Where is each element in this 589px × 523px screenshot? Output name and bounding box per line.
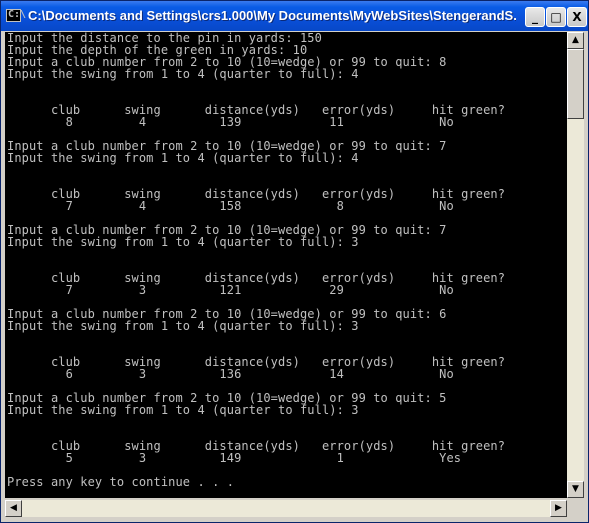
scroll-up-arrow-icon[interactable]: ▲ bbox=[567, 32, 584, 49]
console-line: 5 3 149 1 Yes bbox=[7, 451, 462, 465]
console-line: 7 4 158 8 No bbox=[7, 199, 454, 213]
maximize-button[interactable]: □ bbox=[546, 7, 566, 27]
minimize-button[interactable]: _ bbox=[525, 7, 545, 27]
console-icon-glyph: C:\ bbox=[8, 9, 27, 20]
console-app-icon[interactable]: C:\ bbox=[6, 9, 26, 22]
console-line: Press any key to continue . . . bbox=[7, 475, 235, 489]
console-line: 8 4 139 11 No bbox=[7, 115, 454, 129]
console-output-area[interactable]: Input the distance to the pin in yards: … bbox=[5, 32, 567, 498]
window-title: C:\Documents and Settings\crs1.000\My Do… bbox=[28, 8, 516, 23]
close-button[interactable]: X bbox=[567, 7, 587, 27]
console-window: C:\ C:\Documents and Settings\crs1.000\M… bbox=[0, 0, 589, 523]
scroll-down-arrow-icon[interactable]: ▼ bbox=[567, 481, 584, 498]
console-text: Input the distance to the pin in yards: … bbox=[5, 32, 567, 488]
console-line: 6 3 136 14 No bbox=[7, 367, 454, 381]
scroll-right-arrow-icon[interactable]: ▶ bbox=[550, 500, 567, 517]
scrollbar-corner bbox=[567, 500, 584, 517]
vertical-scrollbar[interactable]: ▲ ▼ bbox=[567, 32, 584, 498]
vertical-scroll-thumb[interactable] bbox=[567, 49, 584, 119]
console-line: Input the swing from 1 to 4 (quarter to … bbox=[7, 151, 359, 165]
scroll-left-arrow-icon[interactable]: ◀ bbox=[5, 500, 22, 517]
console-line: Input the swing from 1 to 4 (quarter to … bbox=[7, 235, 359, 249]
console-line: 7 3 121 29 No bbox=[7, 283, 454, 297]
console-line: Input the swing from 1 to 4 (quarter to … bbox=[7, 403, 359, 417]
horizontal-scrollbar[interactable]: ◀ ▶ bbox=[5, 500, 567, 517]
title-bar[interactable]: C:\ C:\Documents and Settings\crs1.000\M… bbox=[1, 1, 588, 31]
console-line: Input the swing from 1 to 4 (quarter to … bbox=[7, 319, 359, 333]
console-line: Input the swing from 1 to 4 (quarter to … bbox=[7, 67, 359, 81]
